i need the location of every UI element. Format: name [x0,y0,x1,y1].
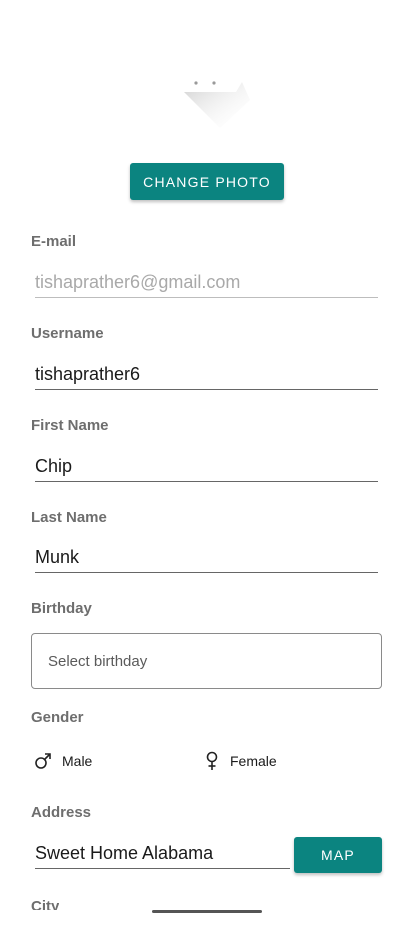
male-icon [35,753,51,769]
map-button[interactable]: MAP [294,837,382,873]
email-field: tishaprather6@gmail.com [35,270,378,298]
first-name-field[interactable]: Chip [35,454,378,482]
address-field[interactable]: Sweet Home Alabama [35,841,290,869]
city-label: City [31,898,60,910]
gender-male-label: Male [62,753,93,769]
gender-label: Gender [31,709,84,726]
gender-option-male[interactable]: Male [34,750,92,772]
female-icon [206,751,218,770]
last-name-label: Last Name [31,509,107,526]
email-label: E-mail [31,233,77,250]
change-photo-button[interactable]: CHANGE PHOTO [130,163,284,200]
home-indicator[interactable] [152,910,262,913]
username-label: Username [31,325,104,342]
username-field[interactable]: tishaprather6 [35,362,378,390]
last-name-field[interactable]: Munk [35,545,378,573]
birthday-selector[interactable]: Select birthday [31,633,382,689]
profile-photo[interactable] [180,72,252,132]
gender-female-label: Female [230,753,277,769]
gender-option-female[interactable]: Female [204,750,277,772]
first-name-label: First Name [31,417,109,434]
address-label: Address [31,804,92,821]
birthday-label: Birthday [31,600,92,617]
